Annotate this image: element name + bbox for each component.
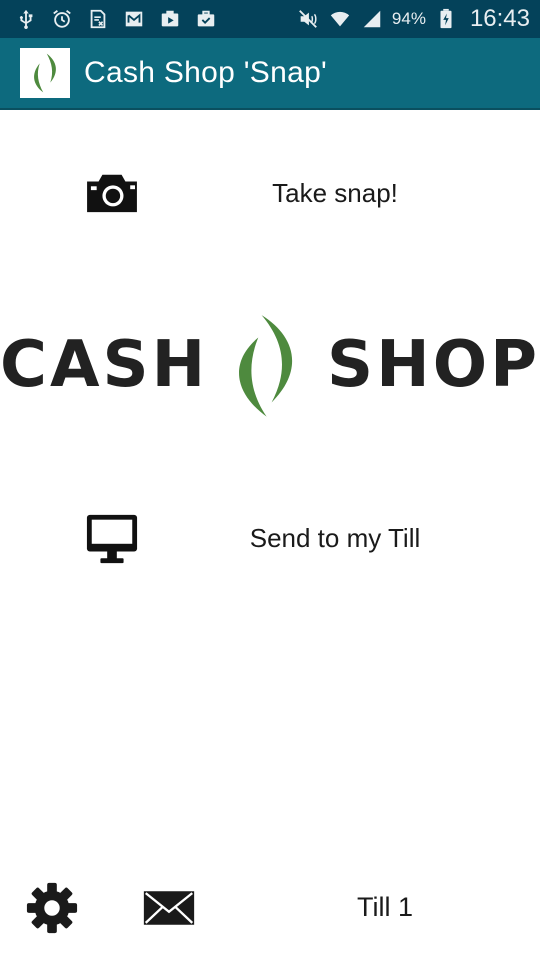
envelope-icon[interactable]: [140, 886, 198, 930]
sim-card-icon: [86, 7, 110, 31]
usb-icon: [14, 7, 38, 31]
clock: 16:43: [469, 5, 530, 32]
brand-logo: CASH SHOP: [0, 295, 540, 435]
media-upload-icon: [158, 7, 182, 31]
mute-icon: [296, 7, 320, 31]
cash-shop-leaf-logo: [20, 48, 70, 98]
status-system: 94% 16:43: [296, 5, 530, 33]
status-notifications: [14, 7, 218, 31]
status-bar: 94% 16:43: [0, 0, 540, 38]
send-to-till-button[interactable]: Send to my Till: [0, 503, 540, 573]
battery-percentage: 94%: [391, 9, 426, 28]
camera-icon[interactable]: [82, 168, 142, 218]
bottom-bar: Till 1: [0, 872, 540, 944]
take-snap-label[interactable]: Take snap!: [190, 178, 480, 209]
app-title: Cash Shop 'Snap': [84, 56, 328, 89]
briefcase-check-icon: [194, 7, 218, 31]
gear-icon[interactable]: [24, 880, 80, 936]
mail-notification-icon: [122, 7, 146, 31]
alarm-icon: [50, 7, 74, 31]
wifi-icon: [328, 7, 352, 31]
monitor-icon[interactable]: [82, 513, 142, 564]
app-bar: Cash Shop 'Snap': [0, 38, 540, 110]
till-name[interactable]: Till 1: [300, 892, 470, 923]
battery-charging-icon: [434, 7, 458, 31]
signal-icon: [360, 7, 384, 31]
brand-word-left: CASH: [0, 328, 209, 402]
take-snap-button[interactable]: Take snap!: [0, 158, 540, 228]
send-to-till-label[interactable]: Send to my Till: [190, 523, 480, 554]
brand-word-right: SHOP: [327, 328, 540, 402]
brand-leaf-mark: [239, 315, 293, 417]
